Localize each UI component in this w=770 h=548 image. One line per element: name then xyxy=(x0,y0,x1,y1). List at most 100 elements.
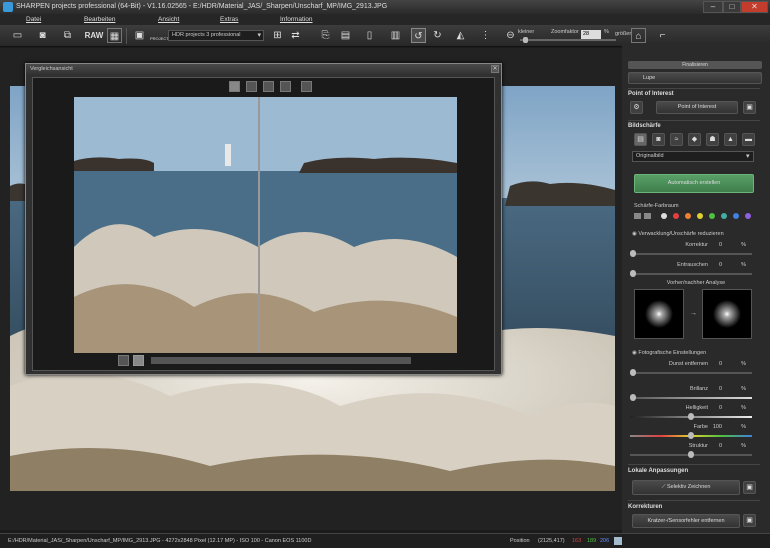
poi-gear-icon[interactable]: ⚙ xyxy=(630,101,643,114)
compare-window[interactable]: Vergleichsansicht ✕ xyxy=(25,63,502,375)
transform-icon[interactable]: ⇄ xyxy=(288,28,303,43)
zoom-slider-knob[interactable] xyxy=(523,37,528,43)
color-green[interactable] xyxy=(709,213,715,219)
corrections-settings-icon[interactable]: ▣ xyxy=(743,514,756,527)
compare-divider[interactable] xyxy=(258,97,260,353)
thumbnail-single-icon[interactable] xyxy=(133,355,144,366)
info-icon[interactable]: ▯ xyxy=(362,28,377,43)
raw-button[interactable]: RAW xyxy=(84,28,104,43)
palette-icon[interactable] xyxy=(644,213,651,219)
slider-knob[interactable] xyxy=(688,432,694,439)
mountain-icon[interactable]: ▲ xyxy=(724,133,737,146)
compare-title-bar[interactable]: Vergleichsansicht ✕ xyxy=(26,64,501,74)
slider-knob[interactable] xyxy=(630,250,636,257)
maximize-button[interactable]: □ xyxy=(723,1,741,13)
slider-value[interactable]: 0 xyxy=(719,361,722,367)
color-orange[interactable] xyxy=(685,213,691,219)
waves-icon[interactable]: ≈ xyxy=(670,133,683,146)
zoom-slider[interactable] xyxy=(520,39,616,41)
slider-knob[interactable] xyxy=(630,270,636,277)
open-file-icon[interactable]: ◙ xyxy=(35,28,50,43)
zoom-out-icon[interactable]: ⊖ xyxy=(503,28,518,43)
menu-ansicht[interactable]: Ansicht xyxy=(158,14,179,25)
close-button[interactable]: ✕ xyxy=(741,1,768,13)
diagonal-split-icon[interactable] xyxy=(263,81,274,92)
slider-dunst[interactable]: Dunst entfernen 0 % xyxy=(630,361,752,379)
color-space-label: Schärfe-Farbraum xyxy=(634,203,679,209)
copy-icon[interactable]: ⎘ xyxy=(318,28,333,43)
thumbnail-grid-icon[interactable] xyxy=(118,355,129,366)
loupe-button[interactable]: Lupe xyxy=(628,72,762,84)
slider-knob[interactable] xyxy=(688,413,694,420)
chevron-down-icon[interactable]: ▾ xyxy=(746,151,755,162)
menu-extras[interactable]: Extras xyxy=(220,14,238,25)
slider-track[interactable] xyxy=(630,397,752,399)
rotate-right-icon[interactable]: ↻ xyxy=(430,28,445,43)
single-view-icon[interactable] xyxy=(229,81,240,92)
horizontal-split-icon[interactable] xyxy=(246,81,257,92)
camera-small-icon[interactable] xyxy=(634,213,641,219)
slider-track[interactable] xyxy=(630,253,752,255)
slider-knob[interactable] xyxy=(630,369,636,376)
slider-helligkeit[interactable]: Helligkeit 0 % xyxy=(630,405,752,423)
crop-tool-icon[interactable]: ⌐ xyxy=(655,28,670,43)
diamond-icon[interactable]: ◆ xyxy=(688,133,701,146)
zoom-input[interactable]: 28 xyxy=(581,30,601,39)
slider-korrektur[interactable]: Korrektur 0 % xyxy=(630,242,752,260)
fit-view-icon[interactable] xyxy=(301,81,312,92)
preset-select[interactable]: HDR projects 3 professional xyxy=(168,30,264,41)
home-icon[interactable]: ⌂ xyxy=(631,28,646,43)
histogram-icon[interactable]: ▥ xyxy=(388,28,403,43)
split-icon[interactable]: ⋮ xyxy=(478,28,493,43)
sharpness-mode-1-icon[interactable]: ▤ xyxy=(634,133,647,146)
slider-value[interactable]: 100 xyxy=(713,424,722,430)
slider-value[interactable]: 0 xyxy=(719,405,722,411)
source-select[interactable]: Originalbild xyxy=(632,151,754,162)
slider-farbe[interactable]: Farbe 100 % xyxy=(630,424,752,442)
save-file-icon[interactable]: ⧉ xyxy=(60,28,75,43)
color-blue[interactable] xyxy=(733,213,739,219)
color-red[interactable] xyxy=(673,213,679,219)
vertical-split-icon[interactable] xyxy=(280,81,291,92)
minimize-button[interactable]: – xyxy=(703,1,723,13)
slider-value[interactable]: 0 xyxy=(719,262,722,268)
poi-button[interactable]: Point of Interest xyxy=(656,101,738,114)
slider-track[interactable] xyxy=(630,273,752,275)
color-yellow[interactable] xyxy=(697,213,703,219)
slider-value[interactable]: 0 xyxy=(719,443,722,449)
slider-value[interactable]: 0 xyxy=(719,242,722,248)
scratch-remove-button[interactable]: Kratzer-/Sensorfehler entfernen xyxy=(632,514,740,528)
slider-value[interactable]: 0 xyxy=(719,386,722,392)
compare-icon[interactable]: ▤ xyxy=(338,28,353,43)
color-purple[interactable] xyxy=(745,213,751,219)
camera-icon[interactable]: ◙ xyxy=(652,133,665,146)
slider-knob[interactable] xyxy=(630,394,636,401)
local-settings-icon[interactable]: ▣ xyxy=(743,481,756,494)
person-icon[interactable]: ☗ xyxy=(706,133,719,146)
tab-finalisieren[interactable]: Finalisieren xyxy=(628,61,762,69)
flip-icon[interactable]: ◭ xyxy=(453,28,468,43)
selective-draw-button[interactable]: ⟋ Selektiv Zeichnen xyxy=(632,480,740,495)
menu-bearbeiten[interactable]: Bearbeiten xyxy=(84,14,115,25)
rotate-left-icon[interactable]: ↺ xyxy=(411,28,426,43)
slider-struktur[interactable]: Struktur 0 % xyxy=(630,443,752,461)
slider-track[interactable] xyxy=(630,372,752,374)
menu-datei[interactable]: Datei xyxy=(26,14,41,25)
landscape-icon[interactable]: ▬ xyxy=(742,133,755,146)
new-file-icon[interactable]: ▭ xyxy=(10,28,25,43)
compare-close-button[interactable]: ✕ xyxy=(491,65,499,73)
color-teal[interactable] xyxy=(721,213,727,219)
projects-button[interactable]: PROJECTS xyxy=(150,28,171,43)
slider-knob[interactable] xyxy=(688,451,694,458)
color-white[interactable] xyxy=(661,213,667,219)
export-icon[interactable]: ▣ xyxy=(132,28,147,43)
poi-settings-icon[interactable]: ▣ xyxy=(743,101,756,114)
menu-information[interactable]: Information xyxy=(280,14,313,25)
slider-brillanz[interactable]: Brillanz 0 % xyxy=(630,386,752,404)
crop-icon[interactable]: ⊞ xyxy=(270,28,285,43)
compare-scrollbar[interactable] xyxy=(151,357,411,364)
slider-entrauschen[interactable]: Entrauschen 0 % xyxy=(630,262,752,280)
compare-image[interactable] xyxy=(74,97,457,353)
batch-icon[interactable]: ▦ xyxy=(107,28,122,43)
auto-create-button[interactable]: Automatisch erstellen xyxy=(634,174,754,193)
